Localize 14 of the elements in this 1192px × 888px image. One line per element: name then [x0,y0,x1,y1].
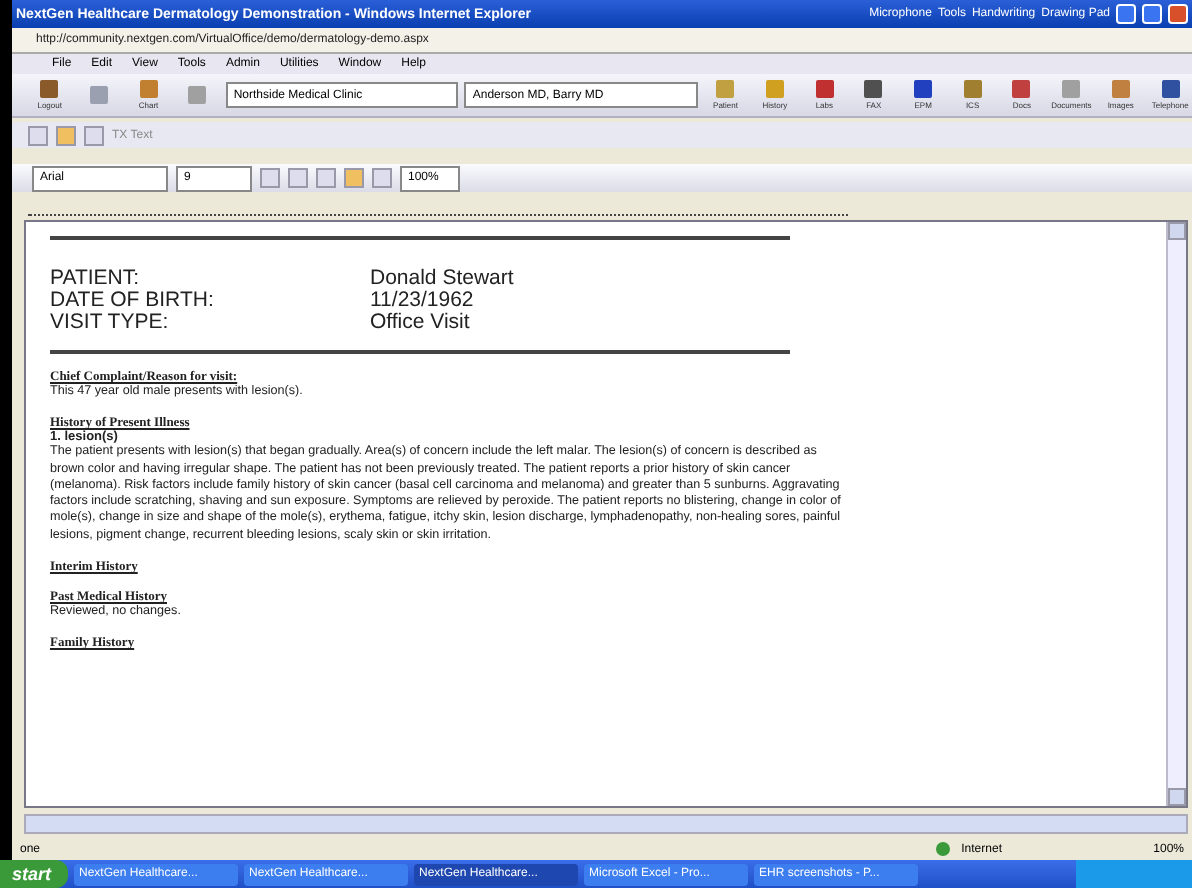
field-label: DATE OF BIRTH: [50,290,216,312]
field-label: PATIENT: [50,268,142,290]
close-button[interactable] [1168,4,1188,24]
field-value: 11/23/1962 [370,290,476,312]
maximize-button[interactable] [1142,4,1162,24]
minimize-button[interactable] [1116,4,1136,24]
globe-icon [935,842,950,856]
start-button[interactable]: start [0,860,68,888]
field-value: Office Visit [370,312,472,334]
field-value: Donald Stewart [370,268,516,290]
horizontal-scrollbar[interactable] [24,814,1188,834]
system-tray [1076,860,1192,888]
vertical-scrollbar[interactable] [1166,222,1186,806]
field-label: VISIT TYPE: [50,312,171,334]
